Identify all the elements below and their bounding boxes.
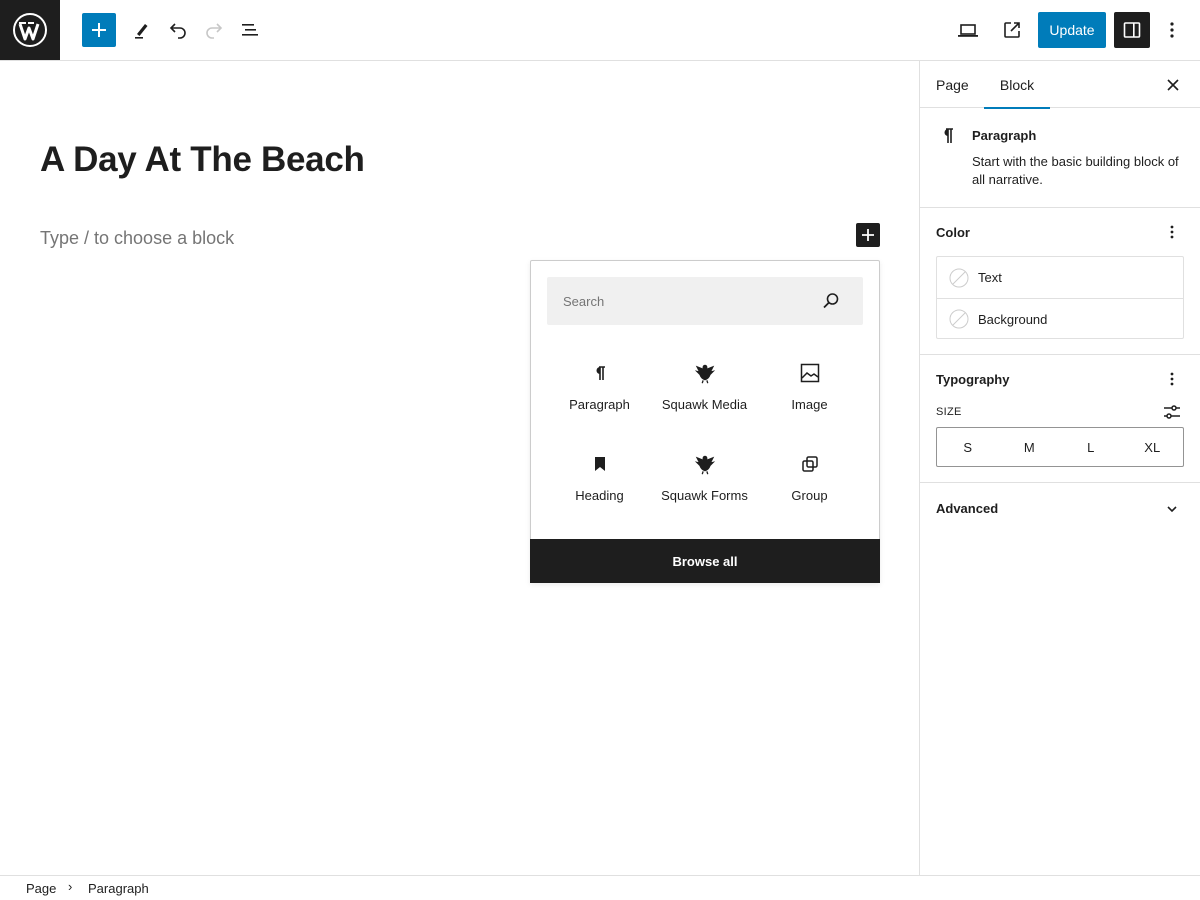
block-card: Paragraph Start with the basic building … [920, 108, 1200, 208]
tools-edit-button[interactable] [124, 12, 160, 48]
paragraph-icon [938, 126, 958, 151]
typography-panel-title: Typography [936, 372, 1010, 387]
block-card-description: Start with the basic building block of a… [972, 154, 1179, 187]
bird-icon [693, 361, 717, 385]
external-link-icon [1004, 22, 1020, 38]
advanced-toggle-button[interactable] [1160, 497, 1184, 521]
inserter-item-label: Squawk Media [661, 397, 748, 412]
image-icon [798, 361, 822, 385]
inserter-search-input[interactable] [563, 293, 823, 309]
bird-icon [693, 452, 717, 476]
pencil-icon [135, 24, 148, 39]
color-settings-list: Text Background [936, 256, 1184, 339]
update-button[interactable]: Update [1038, 12, 1106, 48]
redo-button[interactable] [196, 12, 232, 48]
more-vertical-icon [1170, 22, 1174, 38]
inserter-item-label: Heading [575, 488, 624, 503]
typography-panel: Typography SIZE S M L XL [920, 355, 1200, 483]
inserter-item-squawk-media[interactable]: Squawk Media [652, 349, 757, 440]
empty-paragraph-block[interactable]: Type / to choose a block [40, 228, 234, 249]
block-breadcrumb: Page › Paragraph [0, 875, 1200, 900]
preview-button[interactable] [950, 12, 986, 48]
quick-inserter-popover: Paragraph Squawk Media Image [530, 260, 880, 583]
list-view-icon [242, 24, 258, 36]
sliders-icon [1164, 405, 1180, 419]
post-title[interactable]: A Day At The Beach [40, 140, 365, 180]
more-vertical-icon [1170, 225, 1174, 239]
inserter-block-list: Paragraph Squawk Media Image Heading Squ… [547, 349, 863, 531]
settings-sidebar: Page Block Paragraph Start with the basi… [919, 61, 1200, 875]
bookmark-icon [588, 452, 612, 476]
color-item-background[interactable]: Background [937, 298, 1183, 339]
empty-color-swatch-icon [949, 268, 969, 287]
redo-icon [206, 23, 223, 39]
sidebar-icon [1123, 22, 1141, 38]
font-size-label: SIZE [936, 406, 962, 418]
empty-color-swatch-icon [949, 309, 969, 329]
inserter-item-image[interactable]: Image [757, 349, 862, 440]
tab-page[interactable]: Page [936, 61, 969, 108]
color-item-label: Background [978, 311, 1048, 327]
wordpress-icon [13, 13, 47, 47]
color-panel-title: Color [936, 225, 970, 240]
inline-block-inserter-button[interactable] [856, 223, 880, 247]
paragraph-icon [588, 361, 612, 385]
settings-sidebar-button[interactable] [1114, 12, 1150, 48]
search-icon [823, 293, 839, 309]
tab-block[interactable]: Block [984, 61, 1050, 109]
block-inserter-toggle-button[interactable] [82, 13, 116, 47]
inserter-search [547, 277, 863, 325]
inserter-item-label: Paragraph [569, 397, 630, 412]
color-item-label: Text [978, 270, 1002, 285]
browse-all-button[interactable]: Browse all [530, 539, 880, 583]
plus-icon [92, 23, 106, 37]
sidebar-tabs: Page Block [920, 61, 1200, 109]
color-panel: Color Text Background [920, 208, 1200, 355]
advanced-panel-title: Advanced [936, 501, 999, 516]
options-menu-button[interactable] [1154, 12, 1190, 48]
inserter-item-group[interactable]: Group [757, 440, 862, 531]
breadcrumb-item-paragraph: Paragraph [88, 881, 149, 896]
group-icon [798, 452, 822, 476]
font-size-option-xl[interactable]: XL [1122, 428, 1184, 466]
font-size-option-s[interactable]: S [937, 428, 999, 466]
inserter-item-label: Group [791, 488, 828, 503]
block-card-title: Paragraph [972, 128, 1037, 143]
custom-size-toggle-button[interactable] [1160, 400, 1184, 424]
close-icon [1167, 79, 1179, 91]
inserter-item-heading[interactable]: Heading [547, 440, 652, 531]
close-sidebar-button[interactable] [1162, 74, 1184, 96]
undo-button[interactable] [160, 12, 196, 48]
advanced-panel[interactable]: Advanced [920, 483, 1200, 533]
color-item-text[interactable]: Text [937, 257, 1183, 298]
inserter-item-paragraph[interactable]: Paragraph [547, 349, 652, 440]
typography-options-button[interactable] [1160, 367, 1184, 391]
editor-header: Update [0, 0, 1200, 61]
more-vertical-icon [1170, 372, 1174, 386]
chevron-down-icon [1167, 506, 1177, 513]
color-options-button[interactable] [1160, 220, 1184, 244]
undo-icon [169, 23, 186, 39]
inserter-item-label: Image [791, 397, 828, 412]
breadcrumb-separator: › [68, 879, 73, 894]
inserter-item-label: Squawk Forms [661, 488, 748, 503]
inserter-item-squawk-forms[interactable]: Squawk Forms [652, 440, 757, 531]
breadcrumb-item-page[interactable]: Page [26, 881, 56, 896]
view-page-button[interactable] [994, 12, 1030, 48]
font-size-option-m[interactable]: M [999, 428, 1061, 466]
desktop-preview-icon [958, 24, 978, 37]
font-size-option-l[interactable]: L [1060, 428, 1122, 466]
wordpress-logo[interactable] [0, 0, 60, 60]
list-view-button[interactable] [232, 12, 268, 48]
plus-icon [862, 229, 874, 241]
font-size-toggle-group: S M L XL [936, 427, 1184, 467]
